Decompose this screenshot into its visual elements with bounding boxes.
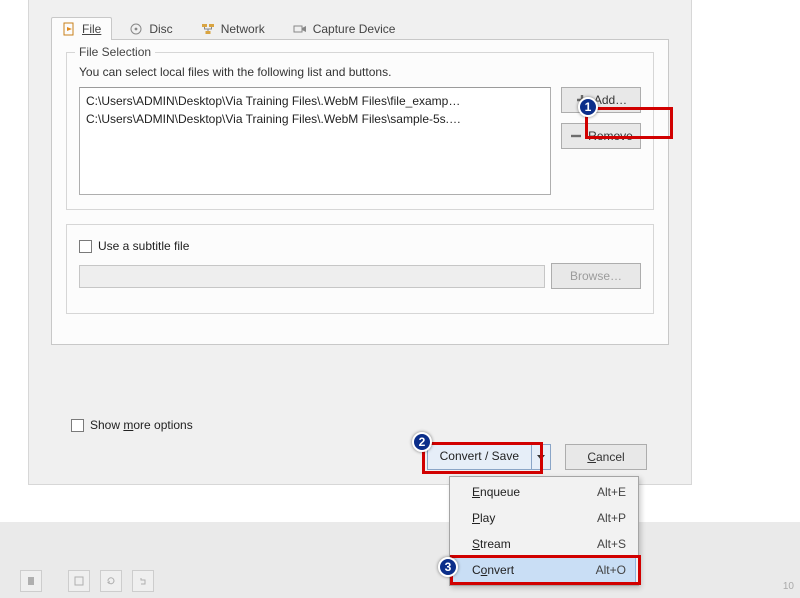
use-subtitle-checkbox[interactable] — [79, 240, 92, 253]
menu-item-enqueue[interactable]: Enqueue Alt+E — [452, 479, 636, 505]
convert-save-menu: Enqueue Alt+E Play Alt+P Stream Alt+S Co… — [449, 476, 639, 586]
tab-label: Disc — [149, 22, 172, 36]
menu-shortcut: Alt+S — [597, 537, 626, 551]
tab-label: Network — [221, 22, 265, 36]
remove-button[interactable]: Remove — [561, 123, 641, 149]
subtitle-group: Use a subtitle file Browse… — [66, 224, 654, 314]
group-legend: File Selection — [75, 45, 155, 59]
button-label: Convert / Save — [428, 445, 532, 469]
network-icon — [201, 22, 215, 36]
subtitle-path-field — [79, 265, 545, 288]
player-button[interactable] — [68, 570, 90, 592]
tab-capture[interactable]: Capture Device — [282, 17, 407, 40]
plus-icon — [575, 93, 589, 107]
add-button[interactable]: Add… — [561, 87, 641, 113]
file-panel: File Selection You can select local file… — [51, 39, 669, 345]
button-label: Cancel — [587, 450, 624, 464]
convert-save-button[interactable]: Convert / Save — [427, 444, 551, 470]
cancel-button[interactable]: Cancel — [565, 444, 647, 470]
button-label: Browse… — [570, 269, 622, 283]
menu-item-play[interactable]: Play Alt+P — [452, 505, 636, 531]
menu-label: Enqueue — [472, 485, 597, 499]
open-media-dialog: File Disc Network Capture Device File Se… — [28, 0, 692, 485]
file-selection-group: File Selection You can select local file… — [66, 52, 654, 210]
tab-file[interactable]: File — [51, 17, 112, 40]
menu-shortcut: Alt+E — [597, 485, 626, 499]
list-item[interactable]: C:\Users\ADMIN\Desktop\Via Training File… — [86, 110, 544, 128]
show-more-label: Show more options — [90, 418, 193, 432]
menu-shortcut: Alt+O — [596, 563, 626, 577]
minus-icon — [569, 129, 583, 143]
tab-disc[interactable]: Disc — [118, 17, 183, 40]
player-controls — [20, 570, 154, 592]
show-more-checkbox[interactable] — [71, 419, 84, 432]
show-more-row[interactable]: Show more options — [71, 418, 193, 432]
list-item[interactable]: C:\Users\ADMIN\Desktop\Via Training File… — [86, 92, 544, 110]
button-label: Add… — [594, 93, 627, 107]
browse-button: Browse… — [551, 263, 641, 289]
file-icon — [62, 22, 76, 36]
dropdown-arrow-icon[interactable] — [532, 445, 550, 469]
file-selection-hint: You can select local files with the foll… — [79, 65, 641, 79]
player-button[interactable] — [100, 570, 122, 592]
menu-item-convert[interactable]: Convert Alt+O — [452, 557, 636, 583]
disc-icon — [129, 22, 143, 36]
player-button[interactable] — [132, 570, 154, 592]
menu-label: Convert — [472, 563, 596, 577]
menu-shortcut: Alt+P — [597, 511, 626, 525]
menu-label: Play — [472, 511, 597, 525]
player-button[interactable] — [20, 570, 42, 592]
page-number: 10 — [783, 581, 794, 592]
menu-item-stream[interactable]: Stream Alt+S — [452, 531, 636, 557]
button-label: Remove — [588, 129, 633, 143]
capture-icon — [293, 22, 307, 36]
file-list[interactable]: C:\Users\ADMIN\Desktop\Via Training File… — [79, 87, 551, 195]
use-subtitle-label: Use a subtitle file — [98, 239, 189, 253]
tab-label: File — [82, 22, 101, 36]
menu-label: Stream — [472, 537, 597, 551]
tab-label: Capture Device — [313, 22, 396, 36]
tab-network[interactable]: Network — [190, 17, 276, 40]
source-tabs: File Disc Network Capture Device — [51, 14, 669, 40]
